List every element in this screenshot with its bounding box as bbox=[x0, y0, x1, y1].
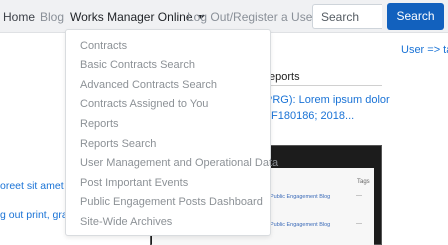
side-text-2[interactable]: g out print, gra bbox=[0, 209, 68, 221]
search-input[interactable] bbox=[312, 4, 382, 29]
post-link-line-2[interactable]: F180186; 2018... bbox=[271, 110, 354, 122]
nav-login-label: Log Out/Register a User bbox=[187, 10, 317, 24]
user-link[interactable]: User => ta bbox=[401, 44, 448, 56]
menu-item-post-important-events[interactable]: Post Important Events bbox=[80, 177, 188, 190]
reports-heading: eports bbox=[269, 71, 300, 83]
embedded-list-item: Public Engagement Blog bbox=[270, 194, 331, 200]
menu-item-user-management[interactable]: User Management and Operational Data bbox=[80, 157, 278, 170]
works-manager-menu: Contracts Basic Contracts Search Advance… bbox=[65, 29, 278, 236]
menu-item-advanced-contracts-search[interactable]: Advanced Contracts Search bbox=[80, 79, 217, 92]
menu-item-basic-contracts-search[interactable]: Basic Contracts Search bbox=[80, 59, 195, 72]
post-link-line-1[interactable]: PRG): Lorem ipsum dolor bbox=[265, 94, 390, 106]
nav-login-dropdown[interactable]: Log Out/Register a User bbox=[187, 10, 329, 24]
embedded-list-item: Public Engagement Blog bbox=[270, 222, 331, 228]
embedded-dash: — bbox=[356, 193, 362, 199]
embedded-tags-header: Tags bbox=[357, 179, 370, 185]
nav-blog-link[interactable]: Blog bbox=[40, 10, 64, 24]
menu-item-contracts-assigned[interactable]: Contracts Assigned to You bbox=[80, 98, 208, 111]
menu-item-public-engagement-dashboard[interactable]: Public Engagement Posts Dashboard bbox=[80, 196, 263, 209]
side-text-1[interactable]: oreet sit amet bbox=[0, 180, 64, 192]
menu-item-contracts[interactable]: Contracts bbox=[80, 40, 127, 53]
menu-item-reports[interactable]: Reports bbox=[80, 118, 119, 131]
nav-home-link[interactable]: Home bbox=[3, 10, 35, 24]
embedded-dash: — bbox=[356, 221, 362, 227]
divider bbox=[262, 85, 382, 86]
nav-works-manager-label: Works Manager Online bbox=[70, 10, 193, 24]
menu-item-reports-search[interactable]: Reports Search bbox=[80, 138, 156, 151]
menu-item-site-wide-archives[interactable]: Site-Wide Archives bbox=[80, 216, 172, 229]
nav-works-manager-dropdown[interactable]: Works Manager Online bbox=[70, 10, 205, 24]
search-button[interactable]: Search bbox=[387, 3, 444, 30]
